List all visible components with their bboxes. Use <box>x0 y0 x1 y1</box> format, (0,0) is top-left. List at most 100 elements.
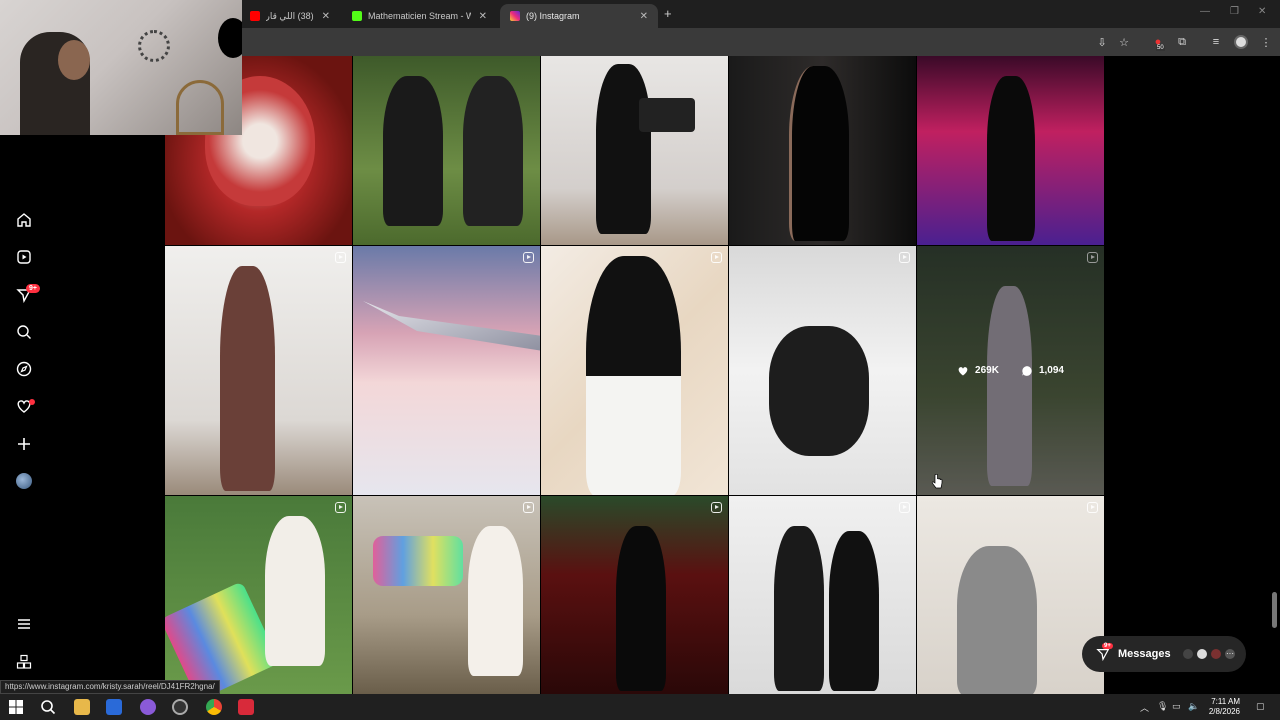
home-icon[interactable] <box>16 212 32 228</box>
app-icon[interactable] <box>238 699 254 715</box>
star-icon[interactable]: ☆ <box>1116 34 1132 50</box>
clock-time: 7:11 AM <box>1211 697 1240 706</box>
wall-mirror-image <box>138 30 170 62</box>
tab-close-icon[interactable]: ✕ <box>314 11 330 22</box>
comments-stat: 1,094 <box>1021 365 1064 377</box>
post-tile[interactable]: 269K 1,094 <box>917 246 1104 495</box>
post-tile[interactable] <box>353 496 540 694</box>
microphone-icon[interactable]: 🎙 <box>1157 701 1168 712</box>
heart-icon <box>958 366 968 375</box>
hand-cursor-icon <box>931 474 943 489</box>
post-image <box>789 66 849 241</box>
reel-icon <box>711 502 722 513</box>
profile-avatar-icon[interactable] <box>16 473 32 489</box>
post-tile[interactable] <box>729 246 916 495</box>
likes-stat: 269K <box>957 365 999 377</box>
reel-icon <box>335 502 346 513</box>
chair-image <box>176 80 224 135</box>
messenger-icon <box>1096 649 1110 661</box>
webcam-edge-image <box>218 18 242 58</box>
post-tile[interactable] <box>541 246 728 495</box>
taskbar-clock[interactable]: 7:11 AM 2/8/2026 <box>1200 697 1240 717</box>
reel-icon <box>899 252 910 263</box>
kebab-menu-icon[interactable]: ⋮ <box>1258 34 1274 50</box>
more-avatars-icon: ··· <box>1224 648 1236 660</box>
tab-title: Mathematicien Stream - Watch <box>368 11 471 21</box>
reels-icon[interactable] <box>16 249 32 265</box>
streamer-head-image <box>58 40 90 80</box>
tab-youtube[interactable]: (38) اللي قاريه الذيب جـ ✕ <box>240 4 340 28</box>
message-avatar <box>1196 648 1208 660</box>
post-image <box>957 546 1037 694</box>
webcam-overlay <box>0 0 242 135</box>
puzzle-icon[interactable]: ⧉ <box>1174 34 1190 50</box>
post-image <box>596 64 651 234</box>
restore-icon[interactable]: ❐ <box>1230 6 1239 17</box>
handbag-image <box>639 98 695 132</box>
tab-close-icon[interactable]: ✕ <box>471 11 487 22</box>
post-tile[interactable] <box>353 246 540 495</box>
close-window-icon[interactable]: ✕ <box>1258 6 1266 17</box>
bag-image <box>373 536 463 586</box>
post-tile[interactable] <box>541 496 728 694</box>
tab-close-icon[interactable]: ✕ <box>632 11 648 22</box>
create-icon[interactable] <box>16 436 32 452</box>
message-avatar <box>1210 648 1222 660</box>
post-image <box>829 531 879 691</box>
minimize-icon[interactable]: — <box>1200 6 1210 17</box>
tray-chevron-icon[interactable]: ︿ <box>1140 701 1149 714</box>
notification-center-icon[interactable]: ▢ <box>1256 701 1265 712</box>
file-explorer-icon[interactable] <box>74 699 90 715</box>
messages-badge: 9+ <box>26 284 40 293</box>
post-image <box>220 266 275 491</box>
post-tile[interactable] <box>917 496 1104 694</box>
search-icon[interactable] <box>16 324 32 340</box>
tab-kick[interactable]: Mathematicien Stream - Watch ✕ <box>342 4 497 28</box>
tab-title: (9) Instagram <box>526 11 580 21</box>
windows-start-icon[interactable] <box>8 699 24 715</box>
post-tile[interactable] <box>165 246 352 495</box>
post-image <box>265 516 325 666</box>
install-icon[interactable]: ⇩ <box>1094 34 1110 50</box>
profile-icon[interactable] <box>1234 35 1248 49</box>
reel-icon <box>1087 502 1098 513</box>
app-icon[interactable] <box>140 699 156 715</box>
network-icon[interactable]: ▭ <box>1172 701 1181 712</box>
microsoft-store-icon[interactable] <box>106 699 122 715</box>
reel-icon <box>711 252 722 263</box>
messages-pill-badge: 9+ <box>1102 643 1113 649</box>
chrome-icon[interactable] <box>206 699 222 715</box>
post-tile[interactable] <box>541 56 728 245</box>
new-tab-button[interactable]: + <box>664 6 672 21</box>
tab-instagram[interactable]: (9) Instagram ✕ <box>500 4 658 28</box>
messages-label: Messages <box>1118 648 1171 660</box>
clock-date: 2/8/2026 <box>1208 707 1240 716</box>
volume-icon[interactable]: 🔈 <box>1188 701 1199 712</box>
also-from-meta-icon[interactable] <box>16 654 32 670</box>
tab-title: (38) اللي قاريه الذيب جـ <box>266 10 314 21</box>
likes-count: 269K <box>975 365 999 376</box>
post-image <box>616 526 666 691</box>
post-tile[interactable] <box>917 56 1104 245</box>
taskbar-search-icon[interactable] <box>40 699 56 715</box>
notification-dot <box>29 399 35 405</box>
post-tile[interactable] <box>353 56 540 245</box>
post-image <box>987 76 1035 241</box>
scrollbar-thumb[interactable] <box>1272 592 1277 628</box>
post-tile[interactable] <box>729 496 916 694</box>
post-tile[interactable] <box>729 56 916 245</box>
reel-icon <box>335 252 346 263</box>
more-menu-icon[interactable] <box>16 616 32 632</box>
post-tile[interactable] <box>165 496 352 694</box>
post-image <box>586 256 681 495</box>
profile-posts-grid: 269K 1,094 <box>165 56 1105 694</box>
message-avatar <box>1182 648 1194 660</box>
explore-icon[interactable] <box>16 361 32 377</box>
post-image <box>769 326 869 456</box>
post-image <box>468 526 523 676</box>
instagram-favicon-icon <box>510 11 520 21</box>
obs-icon[interactable] <box>172 699 188 715</box>
blanket-image <box>165 581 280 694</box>
media-icon[interactable]: ≡ <box>1208 34 1224 50</box>
youtube-favicon-icon <box>250 11 260 21</box>
